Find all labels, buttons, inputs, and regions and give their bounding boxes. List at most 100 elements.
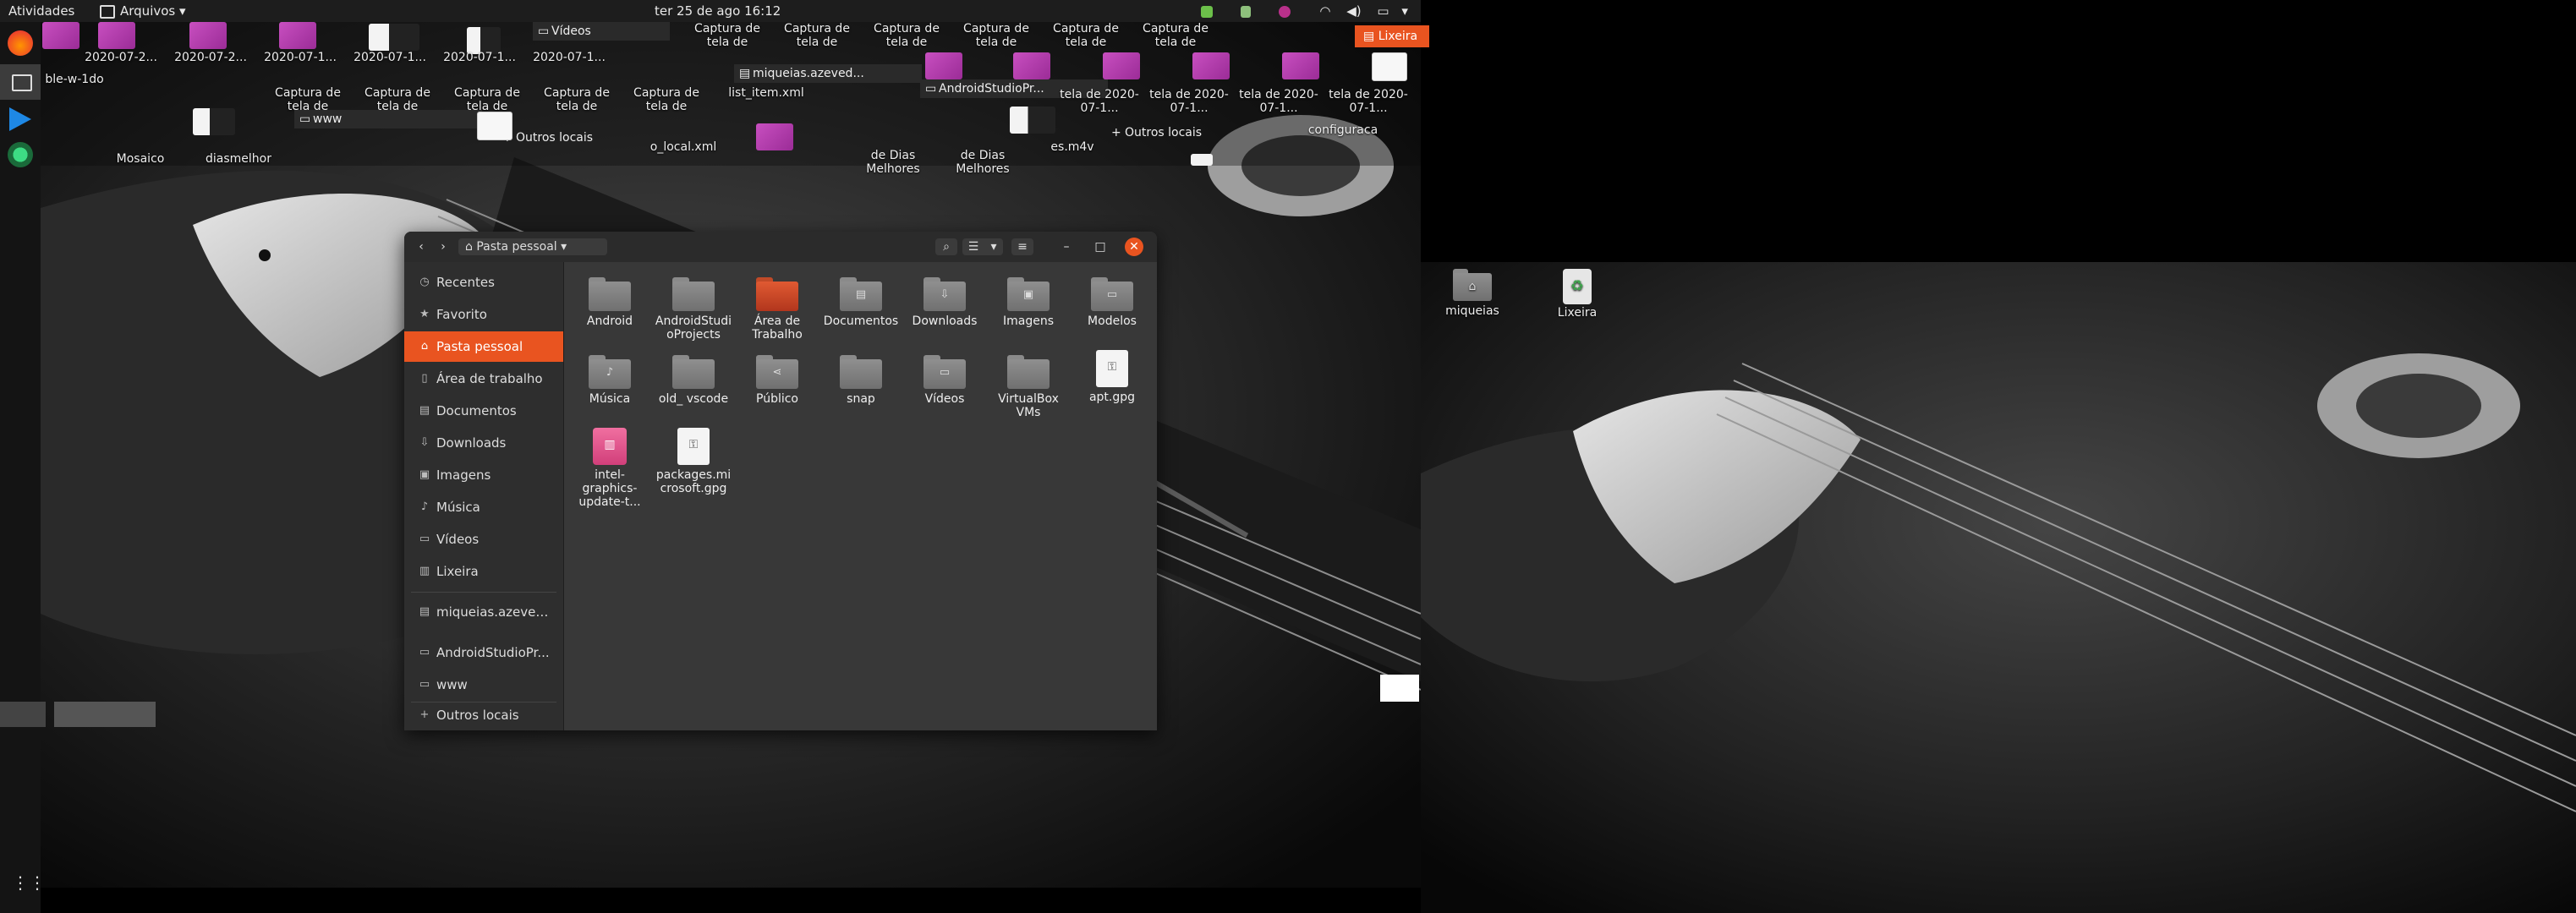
folder-area-de-trabalho[interactable]: Área de Trabalho	[738, 277, 816, 342]
desktop-file-label[interactable]: Captura de tela de	[1049, 22, 1123, 49]
desktop-file-label[interactable]: Captura de tela de	[780, 22, 854, 49]
folder-snap[interactable]: snap	[822, 355, 900, 406]
desktop-file-label[interactable]: Captura de tela de	[626, 86, 707, 113]
folder-documentos[interactable]: ▤ Documentos	[822, 277, 900, 328]
volume-icon[interactable]: ◀)	[1346, 3, 1361, 19]
files-dock-active[interactable]	[0, 64, 41, 100]
desktop-file-label[interactable]: 2020-07-2...	[74, 51, 167, 64]
image-thumbnail[interactable]	[925, 52, 962, 79]
folder-musica[interactable]: ♪ Música	[571, 355, 649, 406]
sidebar-item-favorito[interactable]: ★ Favorito	[404, 299, 563, 330]
sidebar-item-lixeira[interactable]: ▥ Lixeira	[404, 556, 563, 587]
sidebar-item-area-de-trabalho[interactable]: ▯ Área de trabalho	[404, 364, 563, 394]
code-file-icon[interactable]	[1372, 52, 1407, 81]
desktop-file-label[interactable]: Captura de tela de	[536, 86, 617, 113]
security-icon[interactable]	[1240, 5, 1251, 18]
image-thumbnail[interactable]	[369, 24, 419, 51]
desktop-file-label[interactable]: es.m4v	[1032, 140, 1113, 154]
firefox-icon[interactable]	[8, 30, 33, 56]
folder-videos[interactable]: ▭ Vídeos	[906, 355, 984, 406]
trash-desktop-chip[interactable]: ▤ Lixeira	[1355, 25, 1429, 47]
desktop-file-label[interactable]: diasmelhor	[198, 152, 279, 166]
desktop-file-label[interactable]: Captura de tela de	[690, 22, 765, 49]
menu-button[interactable]: ≡	[1011, 238, 1033, 255]
location-breadcrumb[interactable]: ⌂ Pasta pessoal ▾	[458, 238, 607, 255]
view-toggle-button[interactable]: ☰	[962, 238, 984, 255]
videos-location[interactable]: ▭ Vídeos	[533, 22, 670, 41]
desktop-widget[interactable]	[0, 702, 46, 727]
image-thumbnail[interactable]	[189, 22, 227, 49]
image-thumbnail[interactable]	[1282, 52, 1319, 79]
sidebar-item-www[interactable]: ▭ www	[404, 670, 563, 700]
back-button[interactable]: ‹	[413, 238, 430, 255]
desktop-file-label[interactable]: 2020-07-2...	[164, 51, 257, 64]
desktop-file-label[interactable]: list_item.xml	[726, 86, 807, 100]
sidebar-item-downloads[interactable]: ⇩ Downloads	[404, 428, 563, 458]
image-thumbnail[interactable]	[279, 22, 316, 49]
desktop-file-label[interactable]: tela de 2020-07-1...	[1059, 88, 1140, 115]
sidebar-item-outros-locais[interactable]: + Outros locais	[404, 700, 563, 730]
forward-button[interactable]: ›	[435, 238, 452, 255]
show-apps-icon[interactable]: ⋮⋮	[12, 872, 46, 893]
desktop-file-label[interactable]: de Dias Melhores	[942, 149, 1023, 176]
file-packages-microsoft-gpg[interactable]: ⚿ packages.microsoft.gpg	[655, 428, 732, 495]
document-thumbnail[interactable]	[1191, 154, 1213, 166]
desktop-file-label[interactable]: 2020-07-1...	[343, 51, 436, 64]
desktop-home-folder[interactable]: ⌂ miqueias	[1434, 269, 1510, 318]
desktop-trash[interactable]: ♻ Lixeira	[1539, 269, 1615, 320]
folder-old-vscode[interactable]: old_ vscode	[655, 355, 732, 406]
desktop-file-label[interactable]: tela de 2020-07-1...	[1148, 88, 1230, 115]
folder-imagens[interactable]: ▣ Imagens	[989, 277, 1067, 328]
desktop-file-selected[interactable]	[1380, 675, 1419, 702]
maximize-button[interactable]: □	[1091, 238, 1110, 255]
activities-button[interactable]: Atividades	[8, 0, 74, 22]
sidebar-item-imagens[interactable]: ▣ Imagens	[404, 460, 563, 490]
android-studio-icon[interactable]	[8, 142, 33, 167]
desktop-file-label[interactable]: ble-w-1do	[41, 73, 108, 86]
desktop-file-label[interactable]: 2020-07-1...	[254, 51, 347, 64]
desktop-file-label[interactable]: Mosaico	[100, 152, 181, 166]
desktop-file-label[interactable]: 2020-07-1...	[433, 51, 526, 64]
sidebar-item-recentes[interactable]: ◷ Recentes	[404, 267, 563, 298]
image-thumbnail[interactable]	[193, 108, 235, 135]
image-thumbnail[interactable]	[42, 22, 79, 49]
desktop-widget[interactable]	[54, 702, 156, 727]
folder-virtualbox-vms[interactable]: VirtualBox VMs	[989, 355, 1067, 419]
chevron-down-icon[interactable]: ▾	[1401, 3, 1408, 19]
search-button[interactable]: ⌕	[935, 238, 957, 255]
image-thumbnail[interactable]	[98, 22, 135, 49]
miqueias-location[interactable]: ▤ miqueias.azeved...	[734, 64, 922, 83]
shield-icon[interactable]	[1201, 5, 1213, 18]
clock[interactable]: ter 25 de ago 16:12	[655, 0, 781, 22]
image-thumbnail[interactable]	[1013, 52, 1050, 79]
desktop-file-label[interactable]: Captura de tela de	[869, 22, 944, 49]
close-button[interactable]: ✕	[1125, 238, 1143, 256]
desktop-file-label[interactable]: tela de 2020-07-1...	[1328, 88, 1409, 115]
minimize-button[interactable]: –	[1057, 238, 1076, 255]
image-thumbnail[interactable]	[1010, 107, 1055, 134]
battery-icon[interactable]: ▭	[1377, 3, 1389, 19]
sidebar-item-miqueias[interactable]: ▤ miqueias.azeved...	[404, 597, 563, 627]
desktop-file-label[interactable]: de Dias Melhores	[852, 149, 934, 176]
app-menu[interactable]: Arquivos ▾	[100, 0, 186, 22]
folder-modelos[interactable]: ▭ Modelos	[1073, 277, 1151, 328]
image-thumbnail[interactable]	[756, 123, 793, 150]
sidebar-item-pasta-pessoal[interactable]: ⌂ Pasta pessoal	[404, 331, 563, 362]
desktop-file-label[interactable]: o_local.xml	[643, 140, 724, 154]
folder-android[interactable]: Android	[571, 277, 649, 328]
app-indicator-icon[interactable]	[1278, 5, 1291, 18]
image-thumbnail[interactable]	[1192, 52, 1230, 79]
sidebar-item-videos[interactable]: ▭ Vídeos	[404, 524, 563, 555]
desktop-file-label[interactable]: tela de 2020-07-1...	[1238, 88, 1319, 115]
folder-androidstudioprojects[interactable]: AndroidStudioProjects	[655, 277, 732, 342]
vscode-icon[interactable]	[8, 107, 33, 132]
folder-downloads[interactable]: ⇩ Downloads	[906, 277, 984, 328]
sidebar-item-documentos[interactable]: ▤ Documentos	[404, 396, 563, 426]
www-location[interactable]: ▭ www	[294, 110, 482, 128]
view-options-button[interactable]: ▾	[984, 238, 1003, 255]
code-file-icon[interactable]	[477, 112, 512, 140]
desktop-file-label[interactable]: Captura de tela de	[1138, 22, 1213, 49]
image-thumbnail[interactable]	[1103, 52, 1140, 79]
desktop-file-label[interactable]: 2020-07-1...	[523, 51, 616, 64]
outros-locais-location[interactable]: + Outros locais	[1106, 123, 1260, 142]
